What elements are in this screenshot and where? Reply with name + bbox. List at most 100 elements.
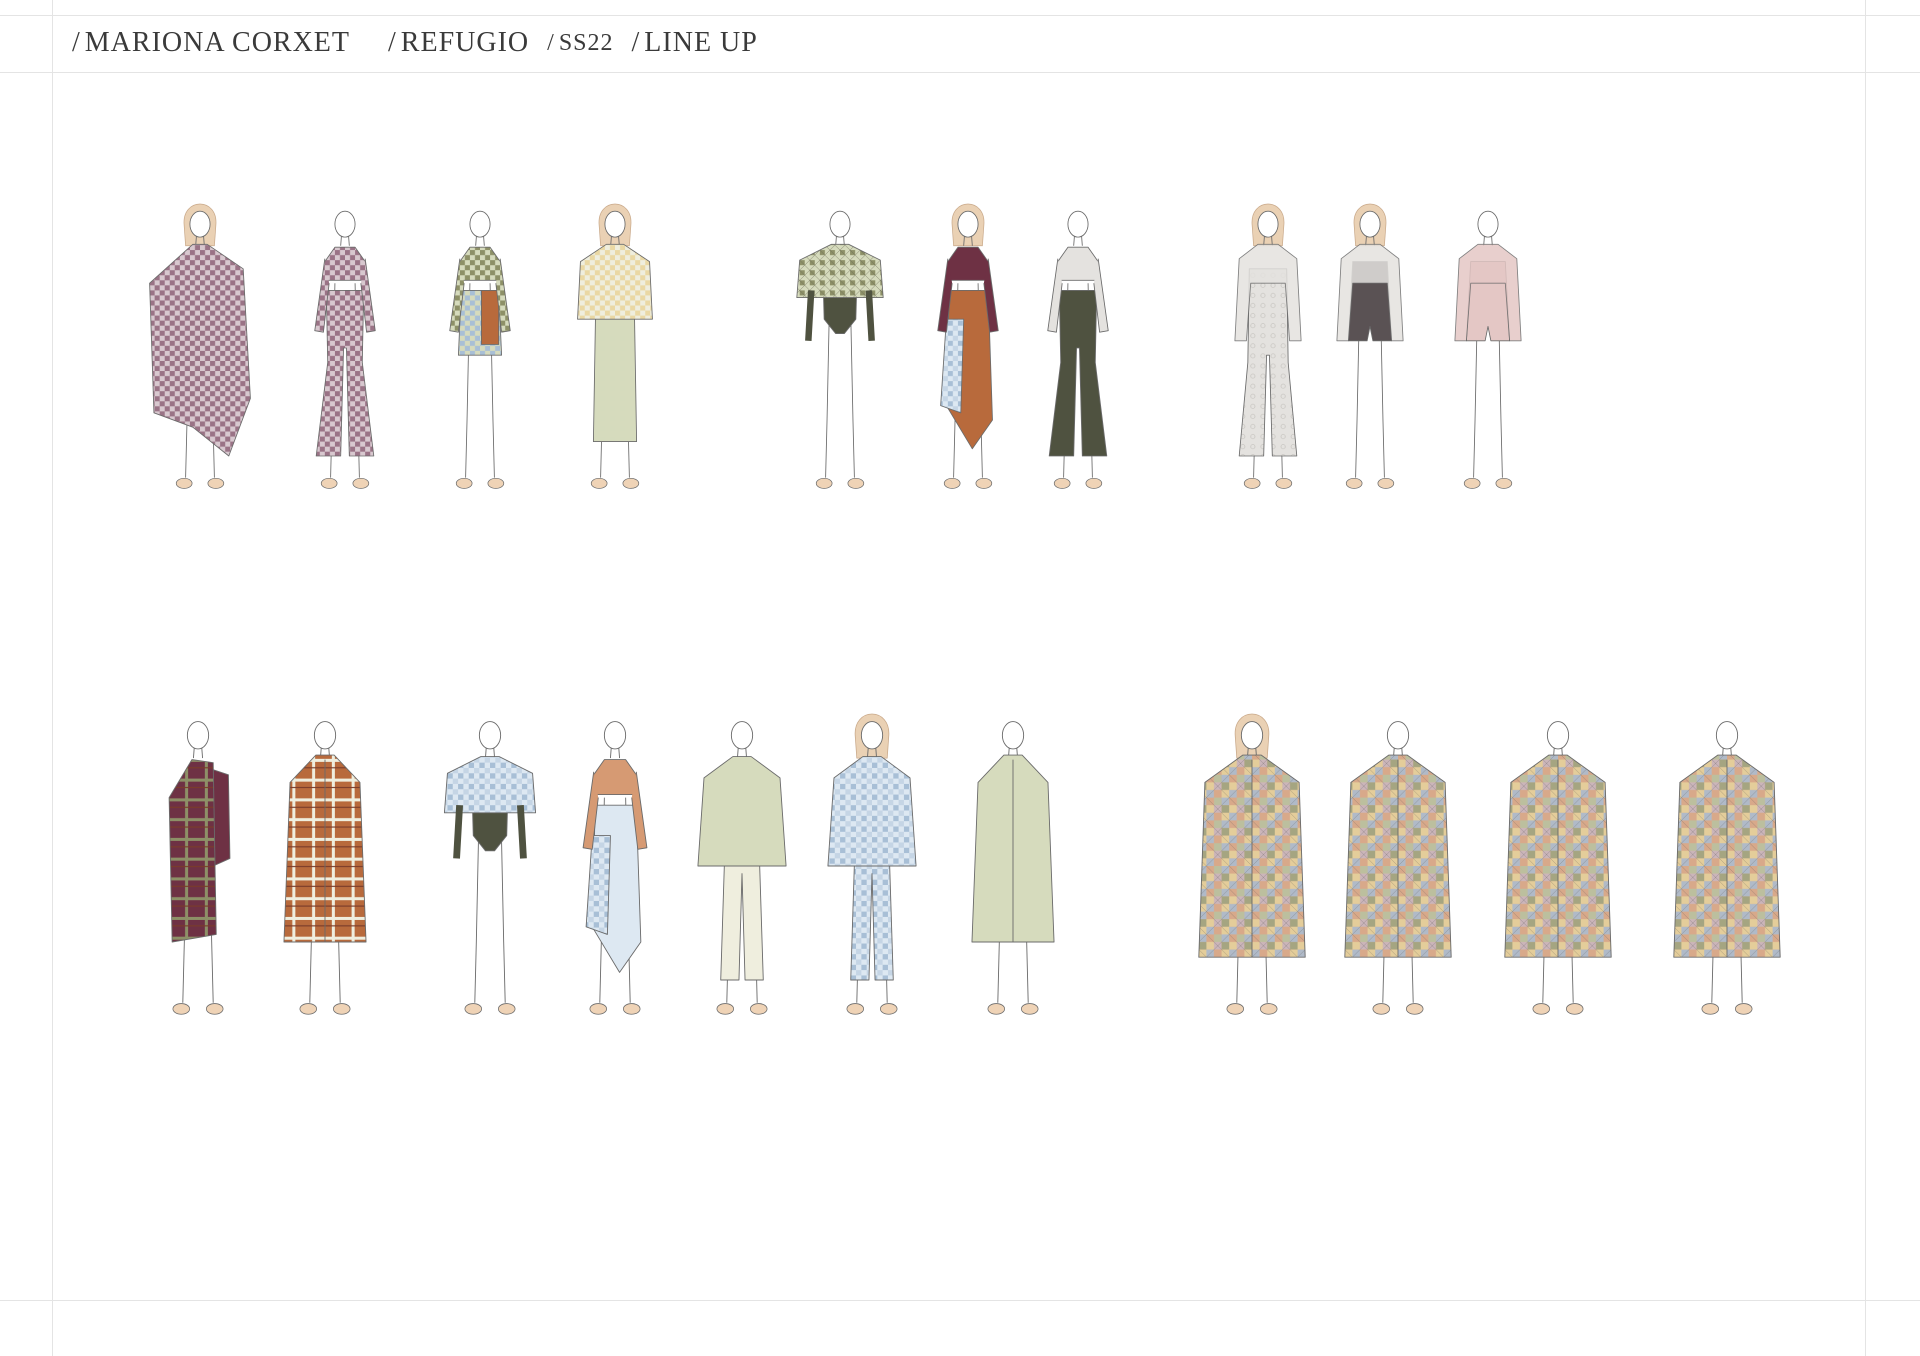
figure-head: [1067, 210, 1089, 238]
checked-cape-look: [149, 203, 251, 489]
figure-foot: [846, 1003, 865, 1015]
figure-foot: [320, 477, 338, 489]
figure-head: [603, 721, 627, 750]
figure-foot: [1020, 1003, 1039, 1015]
figure-scarf: [168, 759, 217, 943]
figure-wrap-jacket: [577, 243, 653, 320]
figure-top: [593, 759, 637, 796]
figure-foot: [622, 1003, 641, 1015]
figure-foot: [943, 477, 961, 489]
figure-foot: [1405, 1003, 1424, 1015]
figure-head: [604, 210, 626, 238]
figure-foot: [589, 1003, 608, 1015]
lineup-row-2: [168, 713, 1781, 1015]
figure-foot: [487, 477, 505, 489]
figure-foot: [622, 477, 640, 489]
figure-foot: [497, 1003, 516, 1015]
asymmetric-skirt-look: [449, 210, 511, 489]
figure-foot: [1259, 1003, 1278, 1015]
figure-head: [829, 210, 851, 238]
figure-foot: [172, 1003, 191, 1015]
figure-neck: [192, 748, 204, 759]
figure-foot: [716, 1003, 735, 1015]
figure-foot: [590, 477, 608, 489]
figure-skirt-drape: [585, 835, 611, 935]
figure-jacket: [827, 756, 917, 867]
figure-foot: [749, 1003, 768, 1015]
blush-playsuit-look: [1454, 210, 1522, 489]
figure-head: [469, 210, 491, 238]
sage-jacket-look: [697, 721, 787, 1015]
figure-jacket: [697, 756, 787, 867]
plaid-trench-look: [283, 721, 367, 1015]
figure-head: [334, 210, 356, 238]
figure-foot: [352, 477, 370, 489]
patchwork-hooded-look: [1198, 713, 1306, 1015]
figure-head: [1715, 721, 1739, 750]
figure-foot: [464, 1003, 483, 1015]
figure-cropped-cape: [796, 243, 884, 299]
figure-head: [478, 721, 502, 750]
figure-foot: [1495, 477, 1513, 489]
figure-head: [186, 721, 210, 750]
figure-cape: [149, 243, 251, 457]
patchwork-oversized-look: [1673, 721, 1781, 1015]
figure-head: [1386, 721, 1410, 750]
figure-neck: [475, 236, 485, 246]
figure-foot: [207, 477, 225, 489]
figure-head: [957, 210, 979, 238]
figure-head: [313, 721, 337, 750]
figure-foot: [1565, 1003, 1584, 1015]
figure-foot: [1734, 1003, 1753, 1015]
figure-foot: [455, 477, 473, 489]
figure-cropped-cape: [443, 756, 537, 814]
figure-foot: [1053, 477, 1071, 489]
figure-foot: [815, 477, 833, 489]
figure-foot: [975, 477, 993, 489]
figure-foot: [205, 1003, 224, 1015]
gingham-jacket-look: [827, 713, 917, 1015]
figure-neck: [340, 236, 350, 246]
patchwork-cocoon-look: [1504, 721, 1612, 1015]
gingham-bodysuit-look: [443, 721, 537, 1015]
patchwork-parka-look: [1344, 721, 1452, 1015]
lineup-illustration: [149, 203, 1781, 1015]
figure-neck: [1073, 236, 1083, 246]
figure-head: [189, 210, 211, 238]
gingham-dress-look: [577, 203, 653, 489]
figure-foot: [1345, 477, 1363, 489]
quilted-coat-look: [971, 721, 1055, 1015]
figure-foot: [1243, 477, 1261, 489]
figure-foot: [175, 477, 193, 489]
figure-foot: [847, 477, 865, 489]
olive-flare-trouser-look: [1047, 210, 1109, 489]
figure-head: [1001, 721, 1025, 750]
figure-top: [324, 246, 366, 281]
figure-top: [459, 246, 501, 281]
charcoal-overall-look: [1336, 203, 1404, 489]
rust-wrap-look: [582, 721, 648, 1015]
figure-head: [730, 721, 754, 750]
figure-top: [947, 246, 989, 281]
figure-skirt-drape: [940, 318, 965, 414]
figure-foot: [987, 1003, 1006, 1015]
figure-neck: [609, 748, 621, 759]
figure-head: [1240, 721, 1264, 750]
figure-foot: [299, 1003, 318, 1015]
figure-foot: [1372, 1003, 1391, 1015]
checked-flare-set-look: [314, 210, 376, 489]
figure-foot: [1226, 1003, 1245, 1015]
figure-foot: [1085, 477, 1103, 489]
patch-cape-bodysuit-look: [796, 210, 884, 489]
figure-foot: [1463, 477, 1481, 489]
figure-skirt-panel: [481, 289, 500, 345]
figure-head: [860, 721, 884, 750]
figure-foot: [879, 1003, 898, 1015]
lineup-row-1: [149, 203, 1522, 489]
figure-head: [1257, 210, 1279, 238]
halter-wrap-skirt-look: [937, 203, 999, 489]
figure-head: [1477, 210, 1499, 238]
lace-jumpsuit-look: [1234, 203, 1302, 489]
figure-head: [1546, 721, 1570, 750]
plaid-scarf-look: [168, 721, 231, 1015]
